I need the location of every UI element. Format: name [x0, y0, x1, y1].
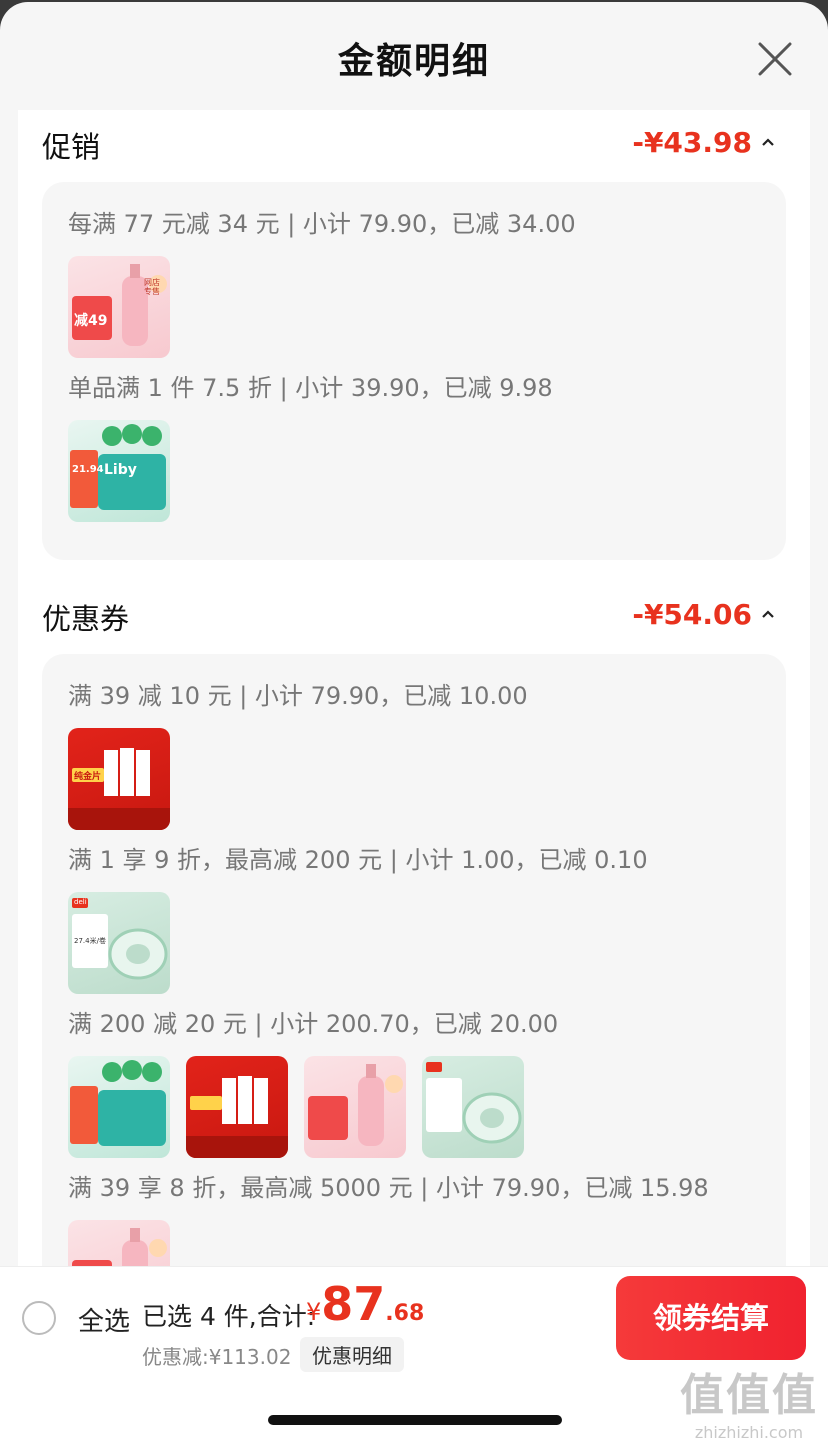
- product-thumb-body-wash[interactable]: 减49 网店专售: [68, 256, 170, 358]
- coupon-rule: 满 39 减 10 元 | 小计 79.90，已减 10.00: [68, 682, 528, 710]
- checkout-bar: 全选 已选 4 件,合计: ¥87.68 优惠减:¥113.02 优惠明细 领券…: [0, 1266, 828, 1438]
- currency-symbol: ¥: [306, 1298, 322, 1326]
- discount-total: 优惠减:¥113.02: [142, 1345, 292, 1369]
- sheet-header: 金额明细: [0, 2, 828, 110]
- thumb-price: 21.94: [72, 464, 104, 475]
- product-thumb-row: 减49 网店专售: [68, 256, 760, 358]
- watermark-logo: 值值值: [680, 1370, 818, 1421]
- tape-roll-image: [426, 1062, 522, 1144]
- product-thumb-laundry-pods[interactable]: [68, 1056, 170, 1158]
- coupon-title: 优惠券: [42, 602, 130, 636]
- coupon-rule: 满 1 享 9 折，最高减 200 元 | 小计 1.00，已减 0.10: [68, 846, 648, 874]
- body-wash-image: [308, 1064, 403, 1146]
- product-thumb-row: [68, 1220, 760, 1270]
- product-thumb-milk[interactable]: 纯金片: [68, 728, 170, 830]
- total-price: ¥87.68: [306, 1277, 424, 1331]
- select-all-checkbox[interactable]: [22, 1301, 56, 1335]
- coupon-amount: -¥54.06: [632, 598, 752, 631]
- watermark: 值值值 zhizhizhi.com: [676, 1359, 822, 1438]
- laundry-pods-image: [70, 1060, 166, 1146]
- coupon-card: 满 39 减 10 元 | 小计 79.90，已减 10.00 纯金片 满 1 …: [42, 654, 786, 1270]
- detail-sheet: 金额明细 促销 -¥43.98 每满 77 元减 34 元 | 小计 79.90…: [0, 2, 828, 1438]
- product-thumb-body-wash[interactable]: [304, 1056, 406, 1158]
- product-thumb-row: [68, 1056, 760, 1158]
- product-thumb-body-wash[interactable]: [68, 1220, 170, 1270]
- coupon-section-header[interactable]: 优惠券 -¥54.06: [18, 582, 810, 654]
- promo-title: 促销: [42, 130, 101, 164]
- thumb-badge: 减49: [74, 313, 108, 329]
- thumb-tag: 网店专售: [144, 278, 160, 296]
- promo-rule: 单品满 1 件 7.5 折 | 小计 39.90，已减 9.98: [68, 374, 553, 402]
- product-thumb-laundry-pods[interactable]: Liby 21.94: [68, 420, 170, 522]
- promo-section-header[interactable]: 促销 -¥43.98: [18, 110, 810, 182]
- thumb-brand: deli: [74, 898, 87, 906]
- thumb-brand: Liby: [104, 462, 137, 478]
- chevron-up-icon[interactable]: [760, 136, 776, 148]
- watermark-url: zhizhizhi.com: [694, 1423, 804, 1438]
- close-icon[interactable]: [752, 36, 798, 82]
- product-thumb-tape[interactable]: [422, 1056, 524, 1158]
- body-wash-image: [72, 1228, 167, 1270]
- thumb-label: 27.4米/卷: [74, 937, 106, 945]
- chevron-up-icon[interactable]: [760, 608, 776, 620]
- page-title: 金额明细: [337, 41, 490, 82]
- discount-detail-button[interactable]: 优惠明细: [300, 1337, 404, 1372]
- product-thumb-tape[interactable]: deli 27.4米/卷: [68, 892, 170, 994]
- detail-scroll-area[interactable]: 促销 -¥43.98 每满 77 元减 34 元 | 小计 79.90，已减 3…: [18, 110, 810, 1270]
- home-indicator: [268, 1415, 562, 1425]
- product-thumb-row: 纯金片: [68, 728, 760, 830]
- coupon-rule: 满 39 享 8 折，最高减 5000 元 | 小计 79.90，已减 15.9…: [68, 1174, 709, 1202]
- total-integer: 87: [321, 1277, 386, 1331]
- promo-amount: -¥43.98: [632, 126, 752, 159]
- product-thumb-row: Liby 21.94: [68, 420, 760, 522]
- milk-box-image: [186, 1076, 288, 1158]
- body-wash-image: [72, 264, 167, 346]
- total-decimal: .68: [385, 1301, 425, 1326]
- thumb-label: 纯金片: [74, 772, 102, 782]
- checkout-button[interactable]: 领券结算: [616, 1276, 806, 1360]
- product-thumb-milk[interactable]: [186, 1056, 288, 1158]
- coupon-rule: 满 200 减 20 元 | 小计 200.70，已减 20.00: [68, 1010, 559, 1038]
- promo-rule: 每满 77 元减 34 元 | 小计 79.90，已减 34.00: [68, 210, 576, 238]
- promo-card: 每满 77 元减 34 元 | 小计 79.90，已减 34.00 减49 网店…: [42, 182, 786, 560]
- select-all-label[interactable]: 全选: [78, 1301, 130, 1338]
- product-thumb-row: deli 27.4米/卷: [68, 892, 760, 994]
- selected-count: 已选 4 件,合计:: [142, 1302, 316, 1331]
